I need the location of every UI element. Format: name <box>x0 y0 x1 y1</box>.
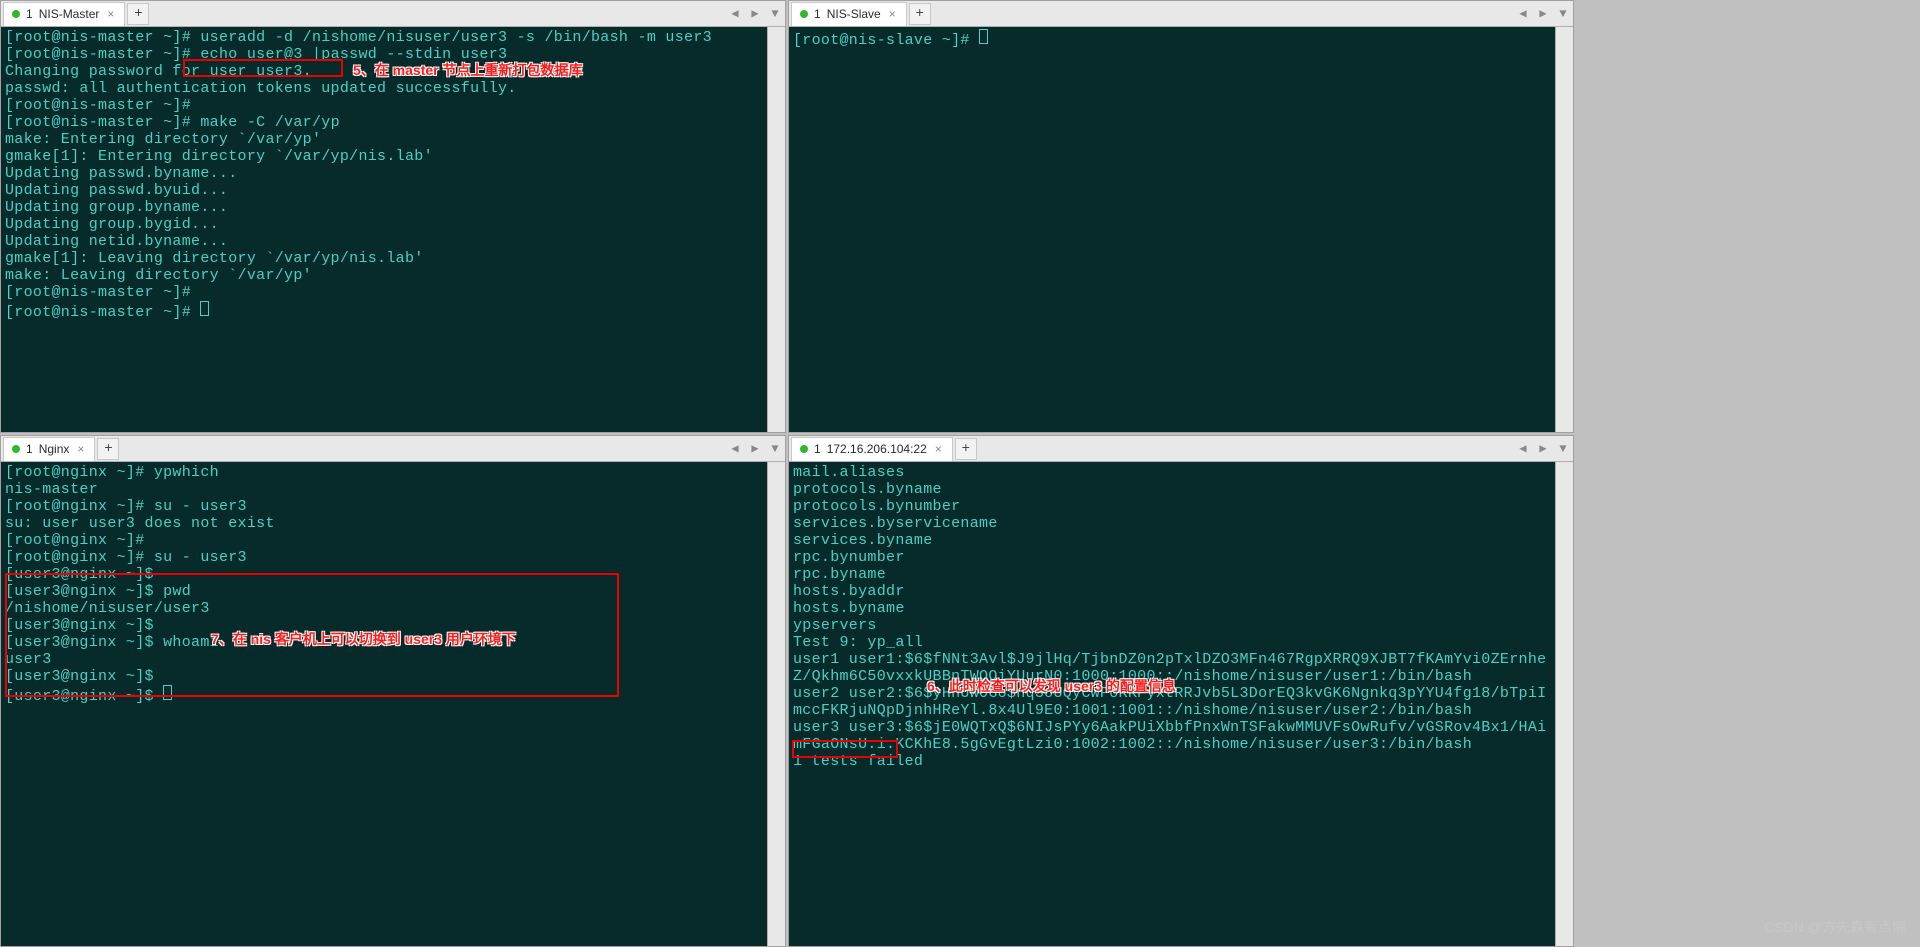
next-tab-icon[interactable]: ▶ <box>745 441 765 456</box>
scrollbar[interactable] <box>767 27 785 432</box>
next-tab-icon[interactable]: ▶ <box>745 6 765 21</box>
pane-nis-master: 1 NIS-Master × + ◀ ▶ ▼ [root@nis-master … <box>0 0 786 433</box>
terminal-output[interactable]: [root@nginx ~]# ypwhichnis-master[root@n… <box>1 462 767 946</box>
close-icon[interactable]: × <box>887 7 898 21</box>
dropdown-icon[interactable]: ▼ <box>765 442 785 456</box>
tab-title: 172.16.206.104:22 <box>827 442 927 456</box>
tabbar: 1 Nginx × + ◀ ▶ ▼ <box>1 436 785 462</box>
dropdown-icon[interactable]: ▼ <box>1553 442 1573 456</box>
tab-title: Nginx <box>39 442 70 456</box>
split-grid: 1 NIS-Master × + ◀ ▶ ▼ [root@nis-master … <box>0 0 1920 947</box>
pane-nginx: 1 Nginx × + ◀ ▶ ▼ [root@nginx ~]# ypwhic… <box>0 435 786 947</box>
tabbar: 1 172.16.206.104:22 × + ◀ ▶ ▼ <box>789 436 1573 462</box>
tab-title: NIS-Master <box>39 7 100 21</box>
tab-index: 1 <box>26 7 33 21</box>
prev-tab-icon[interactable]: ◀ <box>1513 6 1533 21</box>
tabbar: 1 NIS-Master × + ◀ ▶ ▼ <box>1 1 785 27</box>
tabbar: 1 NIS-Slave × + ◀ ▶ ▼ <box>789 1 1573 27</box>
add-tab-button[interactable]: + <box>97 438 119 460</box>
close-icon[interactable]: × <box>105 7 116 21</box>
prev-tab-icon[interactable]: ◀ <box>1513 441 1533 456</box>
pane-nis-slave: 1 NIS-Slave × + ◀ ▶ ▼ [root@nis-slave ~]… <box>788 0 1574 433</box>
scrollbar[interactable] <box>1555 462 1573 946</box>
dropdown-icon[interactable]: ▼ <box>1553 7 1573 21</box>
next-tab-icon[interactable]: ▶ <box>1533 6 1553 21</box>
close-icon[interactable]: × <box>75 442 86 456</box>
tab-title: NIS-Slave <box>827 7 881 21</box>
tab-index: 1 <box>26 442 33 456</box>
tab-index: 1 <box>814 442 821 456</box>
tab-ip[interactable]: 1 172.16.206.104:22 × <box>791 437 953 461</box>
status-dot-icon <box>800 445 808 453</box>
tab-nginx[interactable]: 1 Nginx × <box>3 437 95 461</box>
add-tab-button[interactable]: + <box>909 3 931 25</box>
prev-tab-icon[interactable]: ◀ <box>725 441 745 456</box>
watermark: CSDN @方先森有点懒 <box>1764 917 1906 937</box>
prev-tab-icon[interactable]: ◀ <box>725 6 745 21</box>
add-tab-button[interactable]: + <box>127 3 149 25</box>
terminal-output[interactable]: [root@nis-slave ~]# <box>789 27 1555 432</box>
status-dot-icon <box>800 10 808 18</box>
add-tab-button[interactable]: + <box>955 438 977 460</box>
status-dot-icon <box>12 10 20 18</box>
terminal-output[interactable]: [root@nis-master ~]# useradd -d /nishome… <box>1 27 767 432</box>
tab-nis-slave[interactable]: 1 NIS-Slave × <box>791 2 907 26</box>
tab-nis-master[interactable]: 1 NIS-Master × <box>3 2 125 26</box>
scrollbar[interactable] <box>767 462 785 946</box>
close-icon[interactable]: × <box>933 442 944 456</box>
pane-ip: 1 172.16.206.104:22 × + ◀ ▶ ▼ mail.alias… <box>788 435 1574 947</box>
dropdown-icon[interactable]: ▼ <box>765 7 785 21</box>
terminal-output[interactable]: mail.aliasesprotocols.bynameprotocols.by… <box>789 462 1555 946</box>
tab-index: 1 <box>814 7 821 21</box>
status-dot-icon <box>12 445 20 453</box>
next-tab-icon[interactable]: ▶ <box>1533 441 1553 456</box>
scrollbar[interactable] <box>1555 27 1573 432</box>
